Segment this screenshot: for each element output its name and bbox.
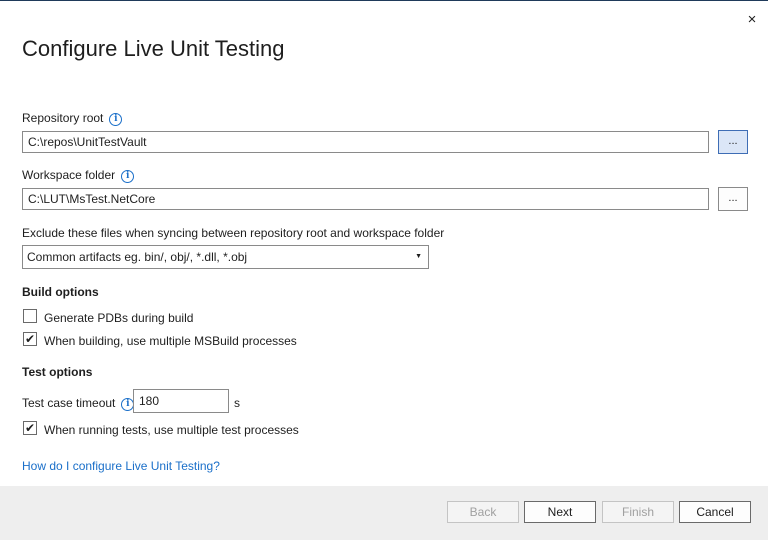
exclude-files-dropdown[interactable]: Common artifacts eg. bin/, obj/, *.dll, … <box>22 245 429 269</box>
configure-dialog: × Configure Live Unit Testing Repository… <box>0 0 768 540</box>
exclude-files-selected: Common artifacts eg. bin/, obj/, *.dll, … <box>27 250 248 264</box>
workspace-folder-label: Workspace folder i <box>22 168 135 183</box>
workspace-folder-label-text: Workspace folder <box>22 168 116 182</box>
repository-root-label-text: Repository root <box>22 111 104 125</box>
generate-pdbs-checkbox[interactable] <box>23 309 37 323</box>
test-case-timeout-input[interactable]: 180 <box>133 389 229 413</box>
multiple-msbuild-label: When building, use multiple MSBuild proc… <box>44 334 297 348</box>
info-icon[interactable]: i <box>121 170 135 183</box>
back-button[interactable]: Back <box>447 501 519 523</box>
test-case-timeout-label: Test case timeout i <box>22 396 135 411</box>
close-icon[interactable]: × <box>743 11 761 29</box>
help-link[interactable]: How do I configure Live Unit Testing? <box>22 459 220 473</box>
checkmark-icon: ✔ <box>24 332 36 346</box>
exclude-files-label: Exclude these files when syncing between… <box>22 226 445 240</box>
finish-button[interactable]: Finish <box>602 501 674 523</box>
repository-root-label: Repository root i <box>22 111 123 126</box>
next-button[interactable]: Next <box>524 501 596 523</box>
workspace-folder-input[interactable]: C:\LUT\MsTest.NetCore <box>22 188 709 210</box>
test-case-timeout-label-text: Test case timeout <box>22 396 116 410</box>
generate-pdbs-label: Generate PDBs during build <box>44 311 194 325</box>
timeout-unit-label: s <box>234 396 240 410</box>
workspace-folder-browse-button[interactable]: ... <box>718 187 748 211</box>
multiple-test-processes-label: When running tests, use multiple test pr… <box>44 423 299 437</box>
multiple-msbuild-checkbox[interactable]: ✔ <box>23 332 37 346</box>
repository-root-input[interactable]: C:\repos\UnitTestVault <box>22 131 709 153</box>
chevron-down-icon: ▼ <box>415 253 422 260</box>
repository-root-browse-button[interactable]: ... <box>718 130 748 154</box>
checkmark-icon: ✔ <box>24 421 36 435</box>
window-top-border <box>0 0 768 1</box>
build-options-heading: Build options <box>22 285 99 299</box>
test-options-heading: Test options <box>22 365 93 379</box>
info-icon[interactable]: i <box>109 113 123 126</box>
cancel-button[interactable]: Cancel <box>679 501 751 523</box>
dialog-title: Configure Live Unit Testing <box>22 36 285 61</box>
multiple-test-processes-checkbox[interactable]: ✔ <box>23 421 37 435</box>
